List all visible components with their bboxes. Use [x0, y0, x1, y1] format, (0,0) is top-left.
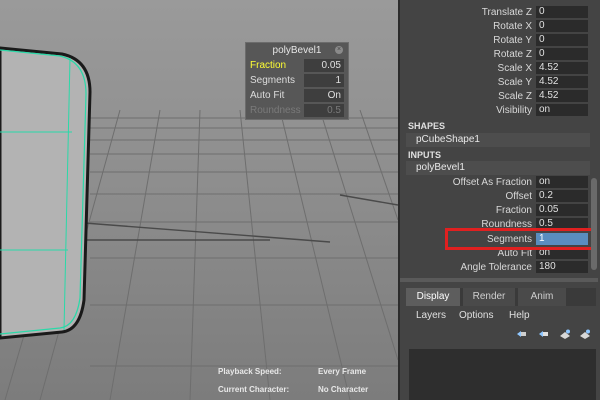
hud-current-character-value: No Character — [318, 385, 369, 394]
attr-label: Offset As Fraction — [452, 177, 532, 188]
new-layer-selected-icon[interactable] — [579, 329, 591, 339]
attr-field-translate-z[interactable]: 0 — [536, 6, 588, 18]
new-layer-icon[interactable] — [559, 329, 571, 339]
attr-label: Rotate Z — [493, 49, 532, 60]
attr-label: Rotate Y — [493, 35, 532, 46]
inputs-header: INPUTS — [408, 150, 442, 160]
tab-render[interactable]: Render — [463, 288, 515, 306]
menu-options[interactable]: Options — [459, 310, 493, 321]
attr-field-rotate-z[interactable]: 0 — [536, 48, 588, 60]
bevel-fraction-label: Fraction — [250, 60, 287, 71]
layer-move-up-icon[interactable] — [515, 329, 527, 339]
bevel-segments-field[interactable]: 1 — [304, 74, 344, 87]
attr-label: Translate Z — [481, 7, 532, 18]
tab-anim[interactable]: Anim — [518, 288, 566, 306]
attr-label: Angle Tolerance — [460, 262, 532, 273]
bevel-autofit-field[interactable]: On — [304, 89, 344, 102]
attr-label: Rotate X — [493, 21, 532, 32]
bevel-fraction-field[interactable]: 0.05 — [304, 59, 344, 72]
attr-field-angle-tolerance[interactable]: 180 — [536, 261, 588, 273]
viewport-3d[interactable]: polyBevel1 × Fraction 0.05 Segments 1 Au… — [0, 0, 398, 400]
input-node-polybevel1[interactable]: polyBevel1 — [406, 161, 590, 175]
bevel-autofit-label: Auto Fit — [250, 90, 285, 101]
poly-bevel-panel[interactable]: polyBevel1 × Fraction 0.05 Segments 1 Au… — [245, 42, 349, 120]
channel-box-scrollbar[interactable] — [591, 178, 597, 270]
shapes-header: SHAPES — [408, 121, 446, 131]
attr-field-rotate-x[interactable]: 0 — [536, 20, 588, 32]
segments-callout-box — [445, 228, 597, 250]
hud-playback-speed-value: Every Frame — [318, 367, 367, 376]
beveled-cube — [0, 46, 92, 340]
attr-field-scale-x[interactable]: 4.52 — [536, 62, 588, 74]
bevel-row-roundness[interactable]: Roundness 0.5 — [246, 103, 348, 118]
close-icon[interactable]: × — [335, 46, 343, 54]
bevel-roundness-label: Roundness — [250, 105, 301, 116]
layer-editor-tabs: Display Render Anim — [406, 288, 596, 306]
panel-divider[interactable] — [400, 278, 598, 282]
menu-help[interactable]: Help — [509, 310, 530, 321]
hud-current-character-label: Current Character: — [218, 385, 290, 394]
poly-bevel-title-text: polyBevel1 — [272, 45, 322, 56]
menu-layers[interactable]: Layers — [416, 310, 446, 321]
bevel-row-fraction[interactable]: Fraction 0.05 — [246, 58, 348, 73]
bevel-row-autofit[interactable]: Auto Fit On — [246, 88, 348, 103]
hud-playback-speed-label: Playback Speed: — [218, 367, 282, 376]
attr-field-scale-z[interactable]: 4.52 — [536, 90, 588, 102]
attr-label: Scale Y — [497, 77, 532, 88]
input-node-label: polyBevel1 — [416, 162, 465, 173]
attr-field-visibility[interactable]: on — [536, 104, 588, 116]
bevel-segments-label: Segments — [250, 75, 296, 86]
attr-field-scale-y[interactable]: 4.52 — [536, 76, 588, 88]
attr-label: Fraction — [495, 205, 532, 216]
poly-bevel-title: polyBevel1 × — [246, 43, 348, 58]
attr-field-rotate-y[interactable]: 0 — [536, 34, 588, 46]
bevel-row-segments[interactable]: Segments 1 — [246, 73, 348, 88]
attr-label: Visibility — [496, 105, 532, 116]
shape-node-pcubeshape1[interactable]: pCubeShape1 — [406, 133, 590, 147]
bevel-roundness-field[interactable]: 0.5 — [304, 104, 344, 117]
layer-list[interactable] — [409, 349, 596, 400]
layer-move-down-icon[interactable] — [537, 329, 549, 339]
tab-display[interactable]: Display — [406, 288, 460, 306]
attr-field-fraction[interactable]: 0.05 — [536, 204, 588, 216]
attr-label: Scale Z — [498, 91, 532, 102]
shape-node-label: pCubeShape1 — [416, 134, 480, 145]
attr-field-offset[interactable]: 0.2 — [536, 190, 588, 202]
attr-label: Scale X — [497, 63, 532, 74]
attr-field-offset-as-fraction[interactable]: on — [536, 176, 588, 188]
attr-label: Offset — [505, 191, 533, 202]
